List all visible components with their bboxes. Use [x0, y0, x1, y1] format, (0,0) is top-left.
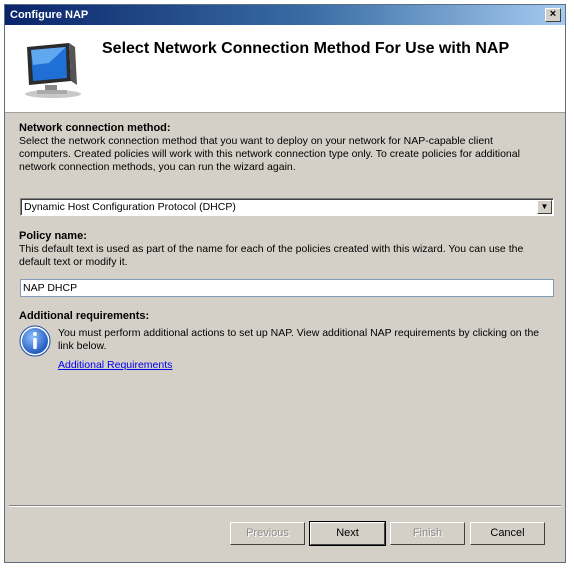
close-button[interactable]: × — [545, 8, 561, 22]
additional-requirements-link[interactable]: Additional Requirements — [58, 359, 172, 371]
connection-method-dropdown[interactable]: Dynamic Host Configuration Protocol (DHC… — [20, 198, 554, 216]
cancel-button[interactable]: Cancel — [470, 522, 545, 545]
chevron-down-icon[interactable]: ▼ — [537, 200, 552, 214]
next-button[interactable]: Next — [309, 521, 386, 546]
policy-name-description: This default text is used as part of the… — [19, 243, 524, 268]
information-icon — [19, 325, 51, 357]
additional-requirements-label: Additional requirements: — [19, 310, 150, 322]
window-title: Configure NAP — [10, 9, 89, 21]
connection-method-label: Network connection method: — [19, 122, 171, 134]
wizard-header: Select Network Connection Method For Use… — [5, 25, 565, 113]
connection-method-description: Select the network connection method tha… — [19, 135, 520, 173]
title-bar[interactable]: Configure NAP × — [5, 5, 565, 25]
additional-requirements-description: You must perform additional actions to s… — [58, 327, 540, 352]
previous-button[interactable]: Previous — [230, 522, 305, 545]
configure-nap-dialog: Configure NAP × Select Network Connectio… — [4, 4, 566, 563]
computer-monitor-icon — [25, 43, 81, 98]
finish-button[interactable]: Finish — [390, 522, 465, 545]
connection-method-value: Dynamic Host Configuration Protocol (DHC… — [24, 201, 236, 213]
button-separator — [9, 505, 561, 507]
policy-name-input[interactable] — [21, 280, 553, 296]
policy-name-label: Policy name: — [19, 230, 87, 242]
page-title: Select Network Connection Method For Use… — [102, 40, 510, 57]
policy-name-field[interactable] — [20, 279, 554, 297]
